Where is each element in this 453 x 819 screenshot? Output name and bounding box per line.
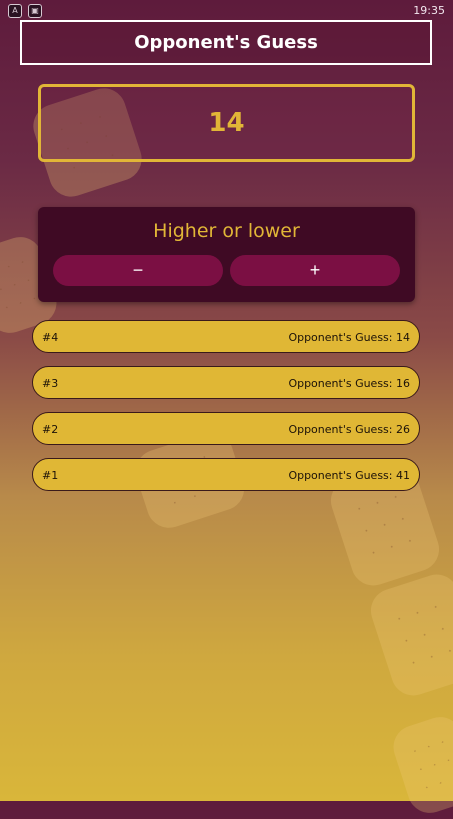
- dice-decoration: [387, 711, 453, 819]
- log-item: #2 Opponent's Guess: 26: [32, 412, 420, 445]
- log-item: #4 Opponent's Guess: 14: [32, 320, 420, 353]
- log-round: #2: [42, 423, 59, 436]
- status-bar: A ▣ 19:35: [0, 0, 453, 22]
- log-item: #1 Opponent's Guess: 41: [32, 458, 420, 491]
- dice-decoration: [365, 568, 453, 702]
- page-title: Opponent's Guess: [20, 20, 432, 65]
- status-time: 19:35: [413, 4, 445, 17]
- log-guess-text: Opponent's Guess: 26: [288, 423, 410, 436]
- current-guess-display: 14: [38, 84, 415, 162]
- log-guess-text: Opponent's Guess: 16: [288, 377, 410, 390]
- log-item: #3 Opponent's Guess: 16: [32, 366, 420, 399]
- log-guess-text: Opponent's Guess: 41: [288, 469, 410, 482]
- hint-card: Higher or lower − +: [38, 207, 415, 302]
- log-round: #3: [42, 377, 59, 390]
- log-round: #4: [42, 331, 59, 344]
- hint-card-title: Higher or lower: [153, 220, 300, 242]
- sim-icon: ▣: [28, 4, 42, 18]
- log-round: #1: [42, 469, 59, 482]
- log-guess-text: Opponent's Guess: 14: [288, 331, 410, 344]
- lower-button[interactable]: −: [53, 255, 223, 286]
- app-icon: A: [8, 4, 22, 18]
- higher-button[interactable]: +: [230, 255, 400, 286]
